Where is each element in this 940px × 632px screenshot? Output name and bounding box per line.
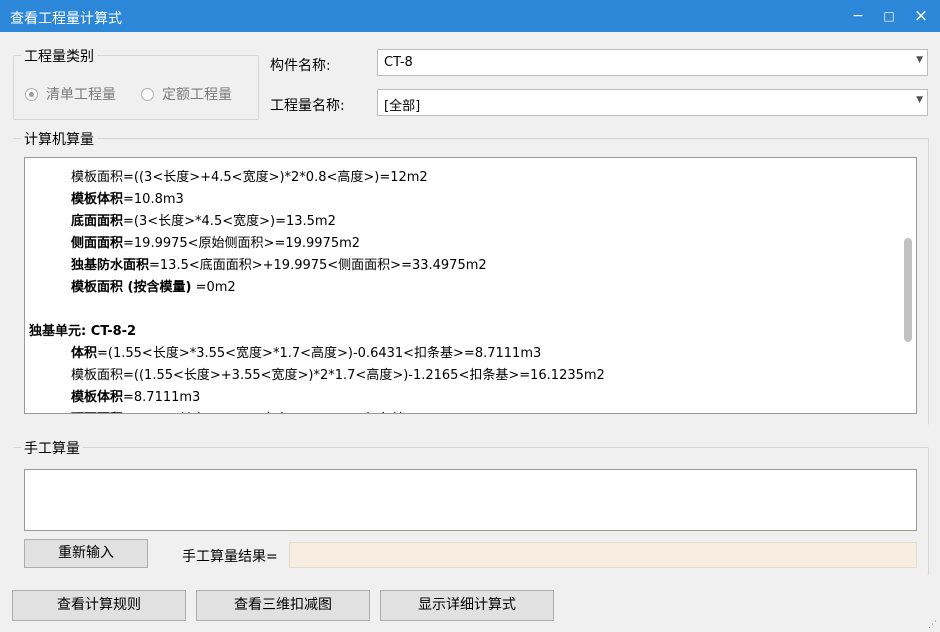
manual-result-label: 手工算量结果= bbox=[182, 549, 278, 565]
calc-line: 独基单元: CT-8-2 bbox=[29, 320, 136, 339]
calc-line-name: 独基防水面积 bbox=[71, 258, 150, 273]
calc-line: 侧面面积=19.9975<原始侧面积>=19.9975m2 bbox=[71, 232, 360, 251]
minimize-button[interactable]: − bbox=[848, 6, 868, 26]
reenter-button[interactable]: 重新输入 bbox=[24, 539, 148, 568]
calc-line-expression: =19.9975<原始侧面积>=19.9975m2 bbox=[123, 236, 361, 251]
calc-line-expression: =13.5<底面面积>+19.9975<侧面面积>=33.4975m2 bbox=[149, 258, 487, 273]
scrollbar-thumb[interactable] bbox=[904, 238, 912, 342]
calc-line: 顶面面积=(1.55<长度>*3.55<宽度>)-1.6121<扣条基>=3.8… bbox=[71, 408, 492, 413]
calc-line-expression: =(1.55<长度>*3.55<宽度>*1.7<高度>)-0.6431<扣条基>… bbox=[97, 346, 542, 361]
calc-line-name: 模板体积 bbox=[71, 390, 124, 405]
calc-line-expression: =0m2 bbox=[191, 280, 236, 295]
calc-line-name: 模板面积 (按含模量) bbox=[71, 280, 192, 295]
calc-line-name: 体积 bbox=[71, 346, 98, 361]
window-title: 查看工程量计算式 bbox=[10, 11, 122, 27]
maximize-button[interactable]: □ bbox=[879, 6, 899, 26]
show-detail-formula-button[interactable]: 显示详细计算式 bbox=[380, 590, 554, 621]
calc-line-expression: =(1.55<长度>*3.55<宽度>)-1.6121<扣条基>=3.8904m… bbox=[123, 412, 492, 413]
calc-line-expression: =8.7111m3 bbox=[123, 390, 201, 405]
component-name-select[interactable]: CT-8 ▼ bbox=[377, 49, 928, 76]
manual-calc-input[interactable] bbox=[24, 469, 917, 531]
calc-line-name: 顶面面积 bbox=[71, 412, 123, 413]
calc-line-expression: =((1.55<长度>+3.55<宽度>)*2*1.7<高度>)-1.2165<… bbox=[123, 368, 605, 383]
resize-grip-icon[interactable]: ⋰ bbox=[928, 620, 937, 630]
radio-quota-quantity-label: 定额工程量 bbox=[162, 87, 232, 103]
calc-line: 模板面积=((1.55<长度>+3.55<宽度>)*2*1.7<高度>)-1.2… bbox=[71, 364, 605, 383]
radio-selected-icon bbox=[25, 87, 38, 101]
calc-line: 模板体积=10.8m3 bbox=[71, 188, 184, 207]
manual-result-field bbox=[289, 542, 917, 568]
calc-line-expression: =(3<长度>*4.5<宽度>)=13.5m2 bbox=[123, 214, 336, 229]
view-rules-button[interactable]: 查看计算规则 bbox=[12, 590, 186, 621]
radio-quota-quantity[interactable]: 定额工程量 bbox=[141, 84, 232, 104]
calc-line-expression: =10.8m3 bbox=[123, 192, 184, 207]
calc-line-name: 模板面积 bbox=[71, 170, 124, 185]
calc-line: 模板体积=8.7111m3 bbox=[71, 386, 200, 405]
view-3d-deduction-button[interactable]: 查看三维扣减图 bbox=[196, 590, 370, 621]
title-bar: 查看工程量计算式 − □ × bbox=[0, 0, 940, 32]
close-button[interactable]: × bbox=[911, 6, 931, 26]
calc-line: 模板面积 (按含模量) =0m2 bbox=[71, 276, 236, 295]
quantity-name-label: 工程量名称: bbox=[270, 98, 345, 114]
quantity-category-legend: 工程量类别 bbox=[21, 46, 97, 66]
calc-line: 底面面积=(3<长度>*4.5<宽度>)=13.5m2 bbox=[71, 210, 336, 229]
component-name-value: CT-8 bbox=[384, 55, 413, 70]
calc-line-name: 模板面积 bbox=[71, 368, 124, 383]
calc-line-name: 底面面积 bbox=[71, 214, 124, 229]
chevron-down-icon: ▼ bbox=[916, 95, 923, 105]
chevron-down-icon: ▼ bbox=[916, 55, 923, 65]
calc-line: 独基防水面积=13.5<底面面积>+19.9975<侧面面积>=33.4975m… bbox=[71, 254, 487, 273]
computer-calc-legend: 计算机算量 bbox=[21, 129, 97, 149]
computer-calc-textarea[interactable]: 模板面积=((3<长度>+4.5<宽度>)*2*0.8<高度>)=12m2 模板体… bbox=[24, 157, 917, 414]
calc-line-expression: =((3<长度>+4.5<宽度>)*2*0.8<高度>)=12m2 bbox=[123, 170, 428, 185]
manual-calc-legend: 手工算量 bbox=[21, 438, 83, 458]
calc-line: 模板面积=((3<长度>+4.5<宽度>)*2*0.8<高度>)=12m2 bbox=[71, 166, 428, 185]
component-name-label: 构件名称: bbox=[270, 58, 331, 74]
radio-unselected-icon bbox=[141, 87, 154, 101]
calc-line: 体积=(1.55<长度>*3.55<宽度>*1.7<高度>)-0.6431<扣条… bbox=[71, 342, 541, 361]
calc-line-name: 模板体积 bbox=[71, 192, 124, 207]
radio-bill-quantity-label: 清单工程量 bbox=[46, 87, 116, 103]
radio-bill-quantity[interactable]: 清单工程量 bbox=[25, 84, 116, 104]
calc-line-name: 侧面面积 bbox=[71, 236, 124, 251]
quantity-name-select[interactable]: [全部] ▼ bbox=[377, 89, 928, 116]
quantity-name-value: [全部] bbox=[384, 99, 421, 114]
calc-line-name: 独基单元: CT-8-2 bbox=[29, 324, 137, 339]
